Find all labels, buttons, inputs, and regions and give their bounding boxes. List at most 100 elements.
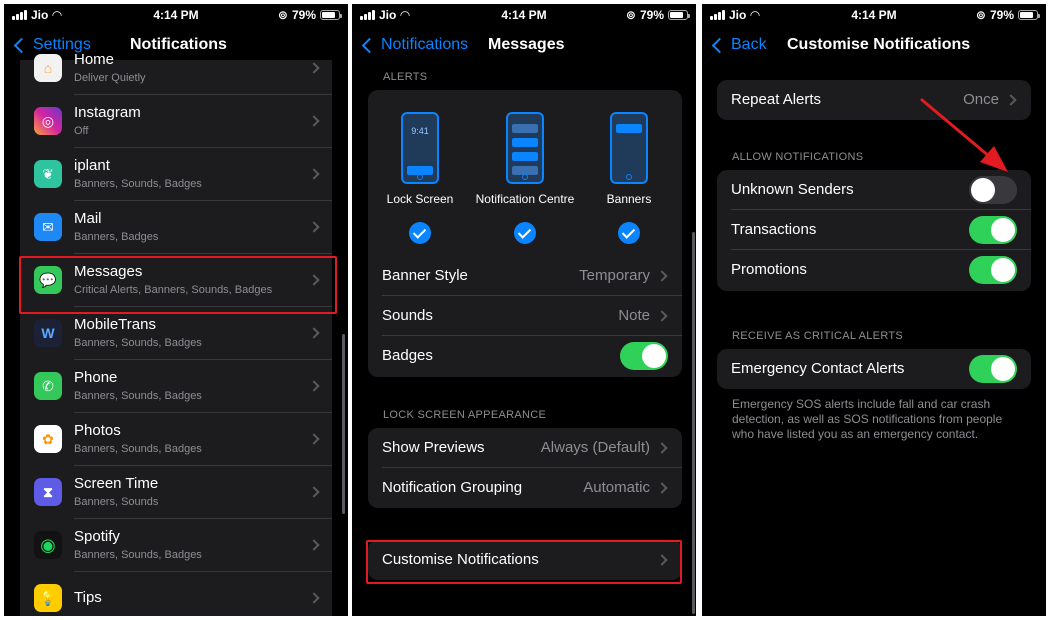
lock-screen-appearance-header: LOCK SCREEN APPEARANCE: [383, 409, 547, 421]
chevron-right-icon: [308, 380, 320, 392]
checkmark-icon[interactable]: [514, 222, 536, 244]
unknown-senders-toggle[interactable]: [969, 176, 1017, 204]
app-row-mobiletrans[interactable]: W MobileTrans Banners, Sounds, Badges: [20, 307, 332, 360]
app-row-mail[interactable]: ✉ Mail Banners, Badges: [20, 201, 332, 254]
app-name: Tips: [74, 589, 102, 606]
badges-label: Badges: [382, 347, 433, 364]
status-bar: Jio ◠ 4:14 PM ⊚ 79%: [4, 4, 348, 26]
promotions-label: Promotions: [731, 261, 807, 278]
back-label: Notifications: [381, 36, 469, 53]
app-name: Photos: [74, 422, 121, 439]
battery-icon: [320, 10, 342, 20]
app-row-instagram[interactable]: ◎ Instagram Off: [20, 95, 332, 148]
alerts-group: 9:41 Lock Screen Notification Centre Ban…: [368, 90, 682, 377]
critical-alerts-group: Emergency Contact Alerts: [717, 349, 1031, 389]
hourglass-icon: ⧗: [34, 478, 62, 506]
show-previews-label: Show Previews: [382, 439, 485, 456]
app-name: MobileTrans: [74, 316, 156, 333]
chevron-right-icon: [308, 168, 320, 180]
promotions-toggle[interactable]: [969, 256, 1017, 284]
emergency-footnote: Emergency SOS alerts include fall and ca…: [732, 397, 1003, 441]
chevron-right-icon: [308, 592, 320, 604]
back-button[interactable]: Back: [710, 36, 767, 54]
show-previews-value: Always (Default): [540, 439, 650, 456]
alert-style-banners[interactable]: Banners: [574, 112, 682, 244]
app-name: Spotify: [74, 528, 120, 545]
alert-style-label: Banners: [606, 192, 652, 206]
app-name: iplant: [74, 157, 110, 174]
alert-style-notification-centre[interactable]: Notification Centre: [470, 112, 580, 244]
spotify-icon: ◉: [34, 531, 62, 559]
phone-icon: ✆: [34, 372, 62, 400]
checkmark-icon[interactable]: [409, 222, 431, 244]
allow-notifications-header: ALLOW NOTIFICATIONS: [732, 151, 864, 163]
banner-style-row[interactable]: Banner Style Temporary: [368, 256, 682, 296]
app-detail: Banners, Sounds, Badges: [74, 337, 202, 349]
messages-settings-screen: Jio ◠ 4:14 PM ⊚ 79% Notifications Messag…: [352, 4, 696, 616]
sounds-row[interactable]: Sounds Note: [368, 296, 682, 336]
alert-style-lock-screen[interactable]: 9:41 Lock Screen: [368, 112, 475, 244]
chevron-right-icon: [308, 539, 320, 551]
chevron-right-icon: [308, 327, 320, 339]
battery-icon: [1018, 10, 1040, 20]
sounds-label: Sounds: [382, 307, 433, 324]
back-button[interactable]: Notifications: [360, 36, 468, 54]
orientation-lock-icon: ⊚: [277, 8, 288, 22]
nav-bar: Back Customise Notifications: [702, 30, 1046, 62]
battery-percent: 79%: [639, 8, 664, 22]
badges-row: Badges: [368, 336, 682, 376]
mobiletrans-icon: W: [34, 319, 62, 347]
app-detail: Banners, Sounds: [74, 496, 159, 508]
app-row-iplant[interactable]: ❦ iplant Banners, Sounds, Badges: [20, 148, 332, 201]
app-name: Instagram: [74, 104, 141, 121]
page-title: Messages: [488, 36, 565, 53]
notification-grouping-row[interactable]: Notification Grouping Automatic: [368, 468, 682, 508]
battery-icon: [668, 10, 690, 20]
instagram-icon: ◎: [34, 107, 62, 135]
emergency-contact-alerts-toggle[interactable]: [969, 355, 1017, 383]
app-row-tips[interactable]: 💡 Tips: [20, 572, 332, 616]
scrollbar[interactable]: [692, 232, 695, 614]
chevron-right-icon: [308, 486, 320, 498]
critical-alerts-header: RECEIVE AS CRITICAL ALERTS: [732, 330, 904, 342]
notification-grouping-label: Notification Grouping: [382, 479, 523, 496]
app-name: Screen Time: [74, 475, 159, 492]
repeat-alerts-label: Repeat Alerts: [731, 91, 822, 108]
app-detail: Banners, Sounds, Badges: [74, 178, 202, 190]
emergency-contact-alerts-label: Emergency Contact Alerts: [731, 360, 905, 377]
alert-style-label: Lock Screen: [386, 192, 454, 206]
app-row-photos[interactable]: ✿ Photos Banners, Sounds, Badges: [20, 413, 332, 466]
badges-toggle[interactable]: [620, 342, 668, 370]
alert-style-label: Notification Centre: [475, 192, 575, 206]
red-arrow-annotation-icon: [920, 98, 1008, 172]
chevron-right-icon: [308, 433, 320, 445]
transactions-toggle[interactable]: [969, 216, 1017, 244]
app-detail: Banners, Badges: [74, 231, 159, 243]
customise-notifications-screen: Jio ◠ 4:14 PM ⊚ 79% Back Customise Notif…: [702, 4, 1046, 616]
checkmark-icon[interactable]: [618, 222, 640, 244]
banner-style-value: Temporary: [579, 267, 650, 284]
mail-icon: ✉: [34, 213, 62, 241]
alerts-section-header: ALERTS: [383, 71, 428, 83]
app-detail: Off: [74, 125, 89, 137]
app-detail: Deliver Quietly: [74, 72, 146, 84]
page-title: Customise Notifications: [787, 36, 971, 53]
app-name: Phone: [74, 369, 118, 386]
app-detail: Banners, Sounds, Badges: [74, 549, 202, 561]
app-name: Home: [74, 51, 115, 68]
chevron-left-icon: [711, 37, 728, 53]
notification-grouping-value: Automatic: [583, 479, 650, 496]
app-row-spotify[interactable]: ◉ Spotify Banners, Sounds, Badges: [20, 519, 332, 572]
status-bar: Jio ◠ 4:14 PM ⊚ 79%: [352, 4, 696, 26]
messages-highlight: [19, 256, 337, 314]
app-row-phone[interactable]: ✆ Phone Banners, Sounds, Badges: [20, 360, 332, 413]
lock-screen-preview-icon: 9:41: [401, 112, 439, 184]
show-previews-row[interactable]: Show Previews Always (Default): [368, 428, 682, 468]
app-row-home[interactable]: ⌂ Home Deliver Quietly: [20, 42, 332, 95]
scrollbar[interactable]: [342, 334, 345, 514]
back-label: Back: [731, 36, 767, 53]
app-row-screen-time[interactable]: ⧗ Screen Time Banners, Sounds: [20, 466, 332, 519]
banners-preview-icon: [610, 112, 648, 184]
banner-style-label: Banner Style: [382, 267, 468, 284]
iplant-icon: ❦: [34, 160, 62, 188]
